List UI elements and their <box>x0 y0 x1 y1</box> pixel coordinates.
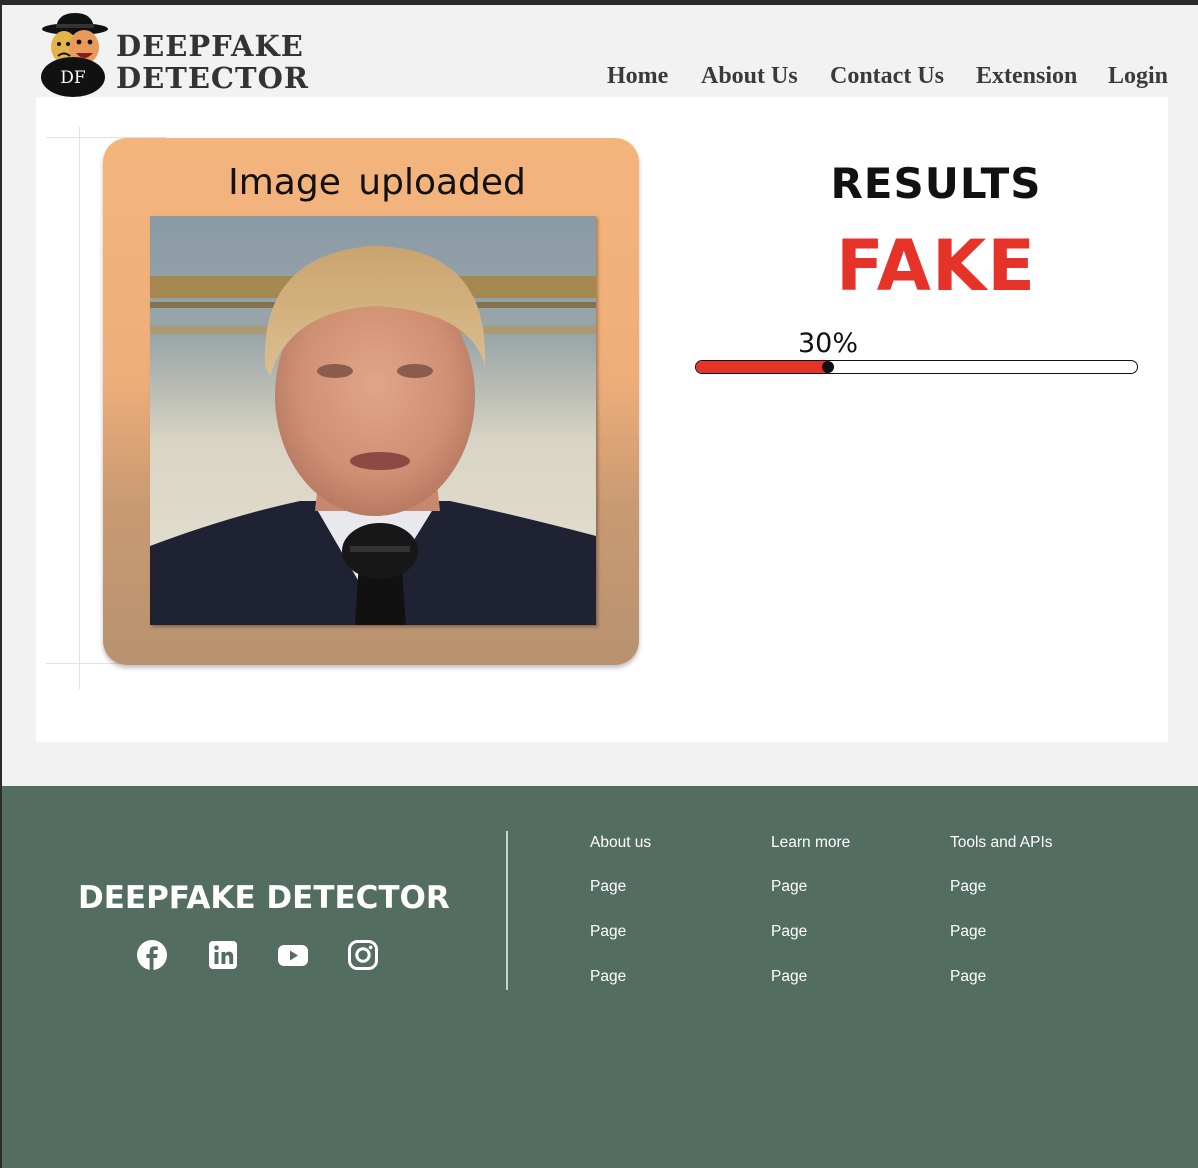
footer: DEEPFAKE DETECTOR About us Page Page Pag… <box>2 786 1198 1168</box>
nav-contact-us[interactable]: Contact Us <box>830 63 944 90</box>
score-bar-fill <box>696 361 829 373</box>
footer-col-learn-more: Learn more Page Page Page <box>771 834 850 1013</box>
footer-col-tools: Tools and APIs Page Page Page <box>950 834 1053 1013</box>
footer-col-heading: About us <box>590 834 652 851</box>
uploaded-photo <box>150 216 596 625</box>
guide-line <box>79 127 80 689</box>
footer-link[interactable]: Page <box>771 968 850 1013</box>
upload-panel: Image uploaded <box>103 138 639 665</box>
footer-link[interactable]: Page <box>771 878 850 923</box>
footer-col-about: About us Page Page Page <box>590 834 651 1013</box>
main-nav: Home About Us Contact Us Extension Login <box>2 63 1198 93</box>
footer-link[interactable]: Page <box>950 923 1053 968</box>
instagram-icon[interactable] <box>347 939 379 971</box>
score-bar-knob[interactable] <box>822 361 835 373</box>
footer-link[interactable]: Page <box>950 968 1053 1013</box>
youtube-icon[interactable] <box>277 939 309 971</box>
footer-link[interactable]: Page <box>590 968 651 1013</box>
nav-extension[interactable]: Extension <box>976 63 1077 90</box>
results-title: RESULTS <box>830 159 1042 208</box>
footer-divider <box>506 831 508 990</box>
score-bar <box>695 360 1138 374</box>
nav-home[interactable]: Home <box>607 63 668 90</box>
nav-login[interactable]: Login <box>1108 63 1168 90</box>
result-card: Image uploaded RESULTS FAKE 30% <box>36 97 1168 742</box>
linkedin-icon[interactable] <box>207 939 239 971</box>
nav-about-us[interactable]: About Us <box>701 63 798 90</box>
footer-link[interactable]: Page <box>771 923 850 968</box>
footer-link[interactable]: Page <box>590 923 651 968</box>
facebook-icon[interactable] <box>136 939 168 971</box>
footer-link[interactable]: Page <box>590 878 651 923</box>
page: DF DEEPFAKE DETECTOR Home About Us Conta… <box>2 5 1198 1168</box>
footer-link[interactable]: Page <box>950 878 1053 923</box>
footer-col-heading: Learn more <box>771 834 851 851</box>
footer-brand: DEEPFAKE DETECTOR <box>78 880 450 916</box>
verdict-label: FAKE <box>835 225 1037 307</box>
score-label: 30% <box>798 328 859 359</box>
upload-title: Image uploaded <box>228 162 526 203</box>
brand-line-1: DEEPFAKE <box>116 29 304 63</box>
footer-col-heading: Tools and APIs <box>950 834 1053 851</box>
